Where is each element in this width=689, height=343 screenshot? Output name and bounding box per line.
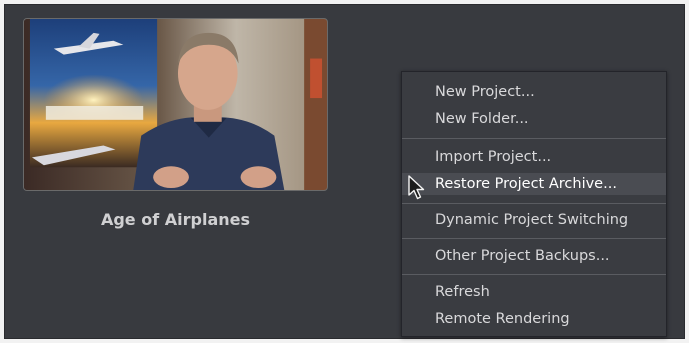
menu-separator (402, 274, 666, 275)
project-name[interactable]: Age of Airplanes (23, 210, 328, 229)
context-menu[interactable]: New Project... New Folder... Import Proj… (401, 71, 667, 337)
thumbnail-image (24, 19, 327, 190)
menu-separator (402, 203, 666, 204)
menu-item-restore-project-archive[interactable]: Restore Project Archive... (402, 173, 666, 195)
menu-separator (402, 238, 666, 239)
menu-item-remote-rendering[interactable]: Remote Rendering (402, 308, 666, 330)
menu-item-dynamic-project-switching[interactable]: Dynamic Project Switching (402, 209, 666, 231)
menu-item-other-project-backups[interactable]: Other Project Backups... (402, 245, 666, 267)
menu-separator (402, 138, 666, 139)
project-card[interactable]: Age of Airplanes (5, 5, 345, 265)
menu-item-new-project[interactable]: New Project... (402, 81, 666, 103)
menu-item-import-project[interactable]: Import Project... (402, 146, 666, 168)
mouse-pointer-icon (408, 175, 425, 200)
project-thumbnail[interactable] (23, 18, 328, 191)
menu-item-new-folder[interactable]: New Folder... (402, 108, 666, 130)
menu-item-refresh[interactable]: Refresh (402, 281, 666, 303)
project-manager-panel[interactable]: Age of Airplanes New Project... New Fold… (4, 4, 685, 339)
